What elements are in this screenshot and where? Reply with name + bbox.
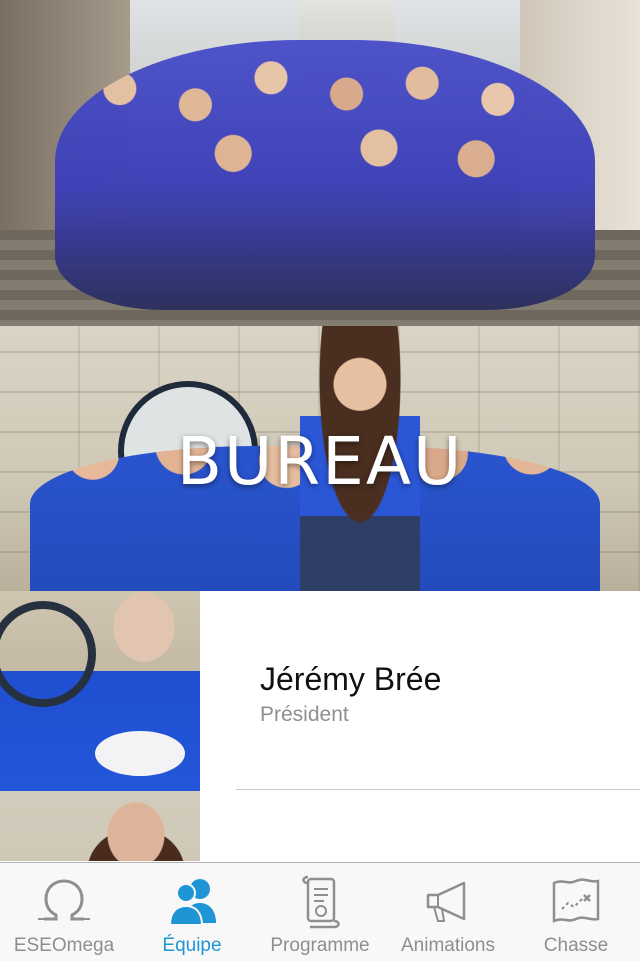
tab-label: Équipe bbox=[162, 935, 222, 956]
tab-label: ESEOmega bbox=[13, 935, 115, 956]
tab-chasse[interactable]: Chasse bbox=[512, 863, 640, 961]
member-photo bbox=[0, 791, 200, 861]
team-group-photo bbox=[0, 0, 640, 326]
omega-icon bbox=[38, 879, 90, 921]
tab-label: Chasse bbox=[543, 935, 609, 956]
member-role: Président bbox=[260, 703, 349, 726]
tab-equipe[interactable]: Équipe bbox=[128, 863, 256, 961]
tab-programme[interactable]: Programme bbox=[256, 863, 384, 961]
member-row[interactable] bbox=[0, 791, 640, 861]
tab-animations[interactable]: Animations bbox=[384, 863, 512, 961]
tab-bar: ESEOmega Équipe Programme Animations Cha… bbox=[0, 862, 640, 961]
team-crowd bbox=[55, 40, 595, 310]
scroll-icon bbox=[302, 875, 340, 929]
tab-label: Programme bbox=[270, 935, 370, 956]
member-list[interactable]: Jérémy Brée Président bbox=[0, 591, 640, 861]
member-row[interactable]: Jérémy Brée Président bbox=[0, 591, 640, 791]
tab-label: Animations bbox=[401, 935, 495, 956]
member-photo bbox=[0, 591, 200, 791]
megaphone-icon bbox=[426, 881, 466, 922]
bureau-title: BUREAU bbox=[176, 423, 464, 500]
people-icon bbox=[168, 879, 216, 926]
member-name: Jérémy Brée bbox=[260, 661, 442, 697]
tab-eseomega[interactable]: ESEOmega bbox=[0, 863, 128, 961]
map-icon bbox=[552, 878, 600, 923]
bureau-section-banner: BUREAU bbox=[0, 326, 640, 591]
row-separator bbox=[236, 789, 640, 790]
